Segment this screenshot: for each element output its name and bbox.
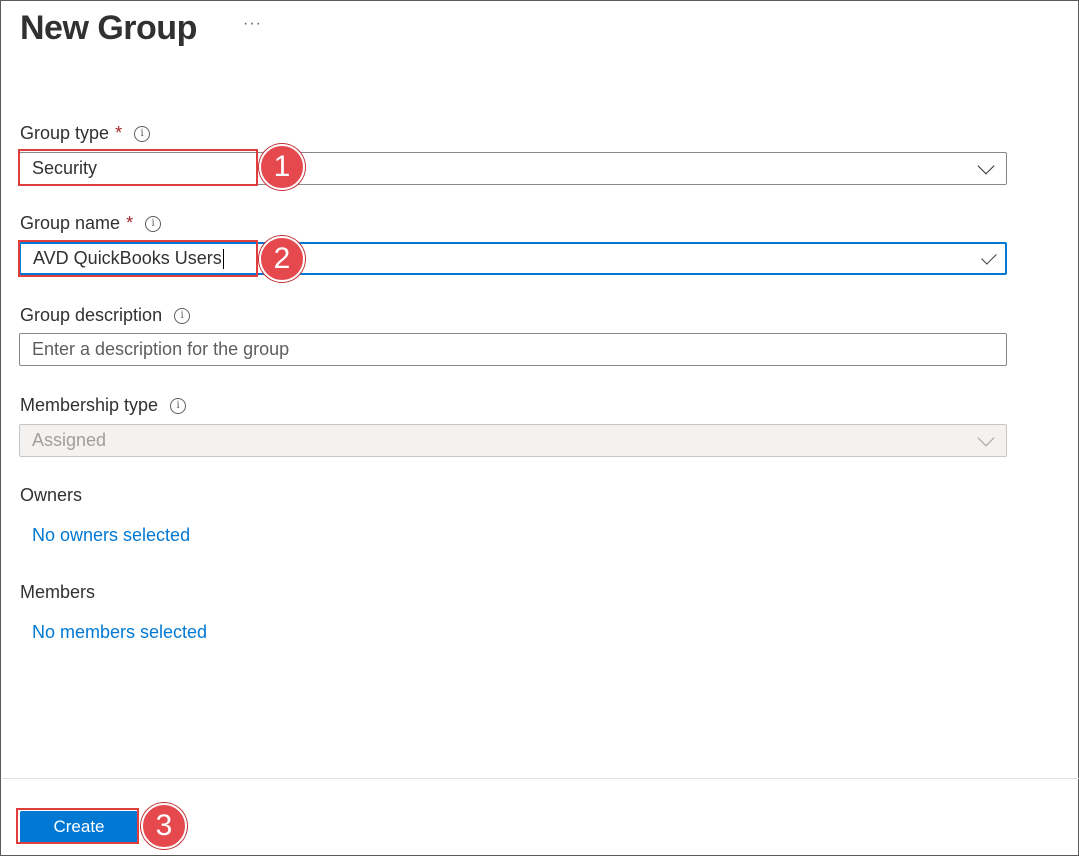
more-icon[interactable]: ··· xyxy=(243,15,262,33)
group-type-dropdown[interactable]: Security xyxy=(19,152,1007,185)
group-type-label: Group type * i xyxy=(20,123,151,144)
step1-badge: 1 xyxy=(259,144,305,190)
footer-divider xyxy=(2,778,1079,779)
group-description-input[interactable]: Enter a description for the group xyxy=(19,333,1007,366)
info-icon[interactable]: i xyxy=(134,125,151,142)
group-name-value: AVD QuickBooks Users xyxy=(33,248,222,268)
group-type-value: Security xyxy=(32,158,98,178)
step2-badge: 2 xyxy=(259,236,305,282)
members-label: Members xyxy=(20,582,96,602)
group-description-label: Group description i xyxy=(20,305,191,326)
info-icon[interactable]: i xyxy=(174,307,191,324)
members-link[interactable]: No members selected xyxy=(32,622,207,643)
checkmark-icon xyxy=(981,248,997,265)
membership-type-value: Assigned xyxy=(32,430,107,450)
membership-type-label-text: Membership type xyxy=(20,395,159,415)
create-button[interactable]: Create xyxy=(20,811,138,843)
membership-type-label: Membership type i xyxy=(20,395,187,416)
owners-link[interactable]: No owners selected xyxy=(32,525,190,546)
text-cursor xyxy=(222,248,224,269)
new-group-panel: New Group ··· Group type * i Security Gr… xyxy=(0,0,1079,856)
group-description-placeholder: Enter a description for the group xyxy=(32,339,290,359)
info-icon[interactable]: i xyxy=(170,397,187,414)
group-name-label-text: Group name xyxy=(20,213,121,233)
required-mark: * xyxy=(115,123,123,143)
info-icon[interactable]: i xyxy=(145,215,162,232)
chevron-down-icon xyxy=(977,429,995,446)
step3-badge: 3 xyxy=(141,803,187,849)
required-mark: * xyxy=(126,213,134,233)
group-name-input[interactable]: AVD QuickBooks Users xyxy=(19,242,1007,275)
page-title: New Group xyxy=(20,9,197,47)
group-type-label-text: Group type xyxy=(20,123,110,143)
owners-label: Owners xyxy=(20,485,83,505)
group-description-label-text: Group description xyxy=(20,305,163,325)
group-name-label: Group name * i xyxy=(20,213,162,234)
chevron-down-icon xyxy=(977,157,995,174)
membership-type-dropdown: Assigned xyxy=(19,424,1007,457)
